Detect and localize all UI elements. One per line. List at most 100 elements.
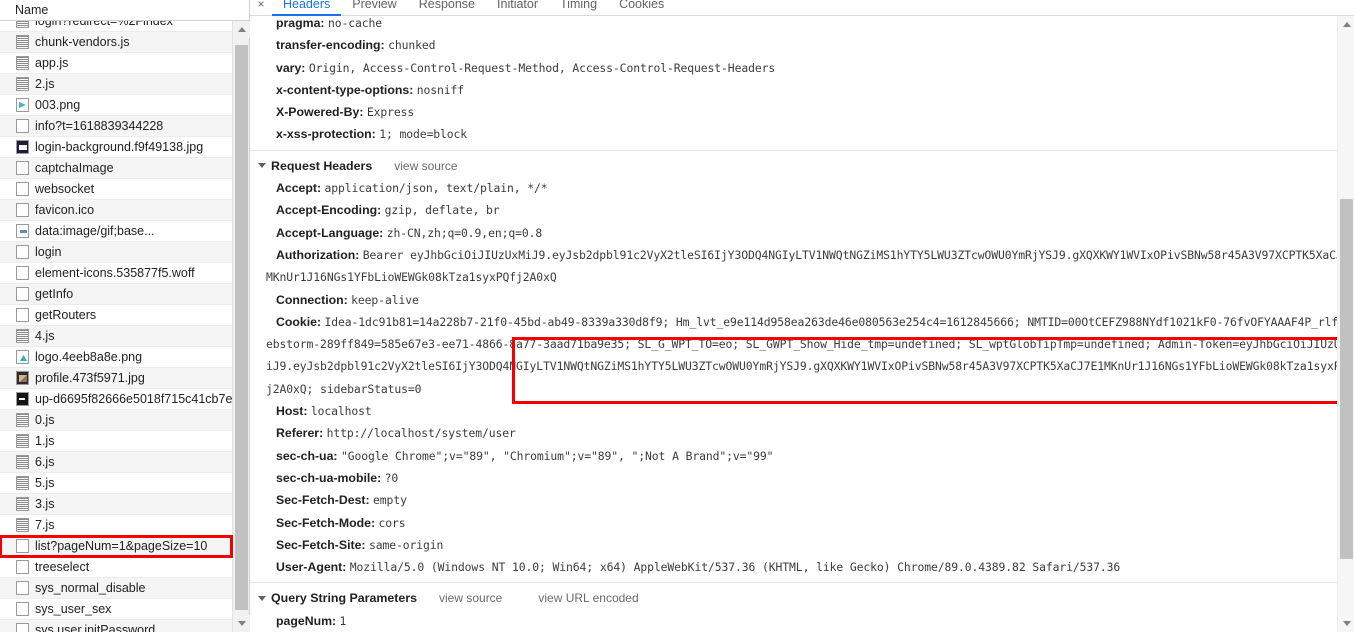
request-list-item-label: 2.js (35, 76, 55, 91)
header-value: gzip, deflate, br (384, 203, 500, 218)
request-list-item[interactable]: app.js (0, 53, 232, 74)
header-key: x-xss-protection: (276, 127, 376, 142)
image-icon (16, 371, 29, 385)
script-icon (16, 434, 29, 448)
request-list-item-label: captchaImage (35, 160, 114, 175)
request-list-item[interactable]: getInfo (0, 284, 232, 305)
xhr-icon (16, 581, 29, 595)
request-list-item[interactable]: 3.js (0, 494, 232, 515)
request-headers-section-header[interactable]: Request Headers view source (250, 155, 1337, 177)
request-list-item[interactable]: list?pageNum=1&pageSize=10 (0, 535, 233, 558)
request-list-item[interactable]: sys_normal_disable (0, 578, 232, 599)
request-list-item-label: login-background.f9f49138.jpg (35, 139, 204, 154)
image-icon (16, 140, 29, 154)
section-divider-2 (250, 582, 1337, 584)
header-row: Sec-Fetch-Mode: cors (250, 512, 1337, 534)
request-list-item[interactable]: 6.js (0, 452, 232, 473)
request-list-item[interactable]: 003.png (0, 95, 232, 116)
query-string-title: Query String Parameters (271, 591, 417, 606)
tab-headers[interactable]: Headers (272, 0, 342, 16)
request-list-item[interactable]: up-d6695f82666e5018f715c41cb7ee (0, 389, 232, 410)
close-icon[interactable]: × (250, 0, 272, 10)
request-list-item-label: treeselect (35, 559, 90, 574)
tab-initiator[interactable]: Initiator (486, 0, 549, 16)
scroll-down-arrow-icon[interactable] (233, 615, 250, 632)
request-list-item[interactable]: profile.473f5971.jpg (0, 368, 232, 389)
request-list-item[interactable]: 2.js (0, 74, 232, 95)
request-list-item[interactable]: 4.js (0, 326, 232, 347)
tab-cookies[interactable]: Cookies (608, 0, 675, 16)
request-list-item[interactable]: sys_user_sex (0, 599, 232, 620)
tab-timing[interactable]: Timing (549, 0, 608, 16)
request-list-item[interactable]: login?redirect=%2Findex (0, 21, 232, 32)
response-headers-list: expires: 0pragma: no-cachetransfer-encod… (250, 16, 1337, 146)
script-icon (16, 329, 29, 343)
xhr-icon (16, 539, 29, 553)
xhr-icon (16, 602, 29, 616)
request-list-item-label: websocket (35, 181, 95, 196)
xhr-icon (16, 161, 29, 175)
xhr-icon (16, 266, 29, 280)
query-string-section-header[interactable]: Query String Parameters view source view… (250, 587, 1337, 609)
header-key: Accept-Language: (276, 225, 384, 240)
header-value: "Google Chrome";v="89", "Chromium";v="89… (340, 448, 774, 463)
request-list-item[interactable]: captchaImage (0, 158, 232, 179)
qs-view-url-encoded-link[interactable]: view URL encoded (538, 587, 638, 609)
headers-scroll-down-arrow-icon[interactable] (1338, 615, 1354, 632)
request-list-item-label: favicon.ico (35, 202, 95, 217)
scroll-up-arrow-icon[interactable] (233, 21, 250, 38)
header-row: vary: Origin, Access-Control-Request-Met… (250, 57, 1337, 79)
request-list-item[interactable]: treeselect (0, 557, 232, 578)
request-list-item[interactable]: login (0, 242, 232, 263)
header-key: Sec-Fetch-Site: (276, 537, 366, 552)
chevron-down-icon[interactable] (258, 596, 266, 602)
request-list-scrollbar[interactable] (232, 21, 250, 632)
request-list-item[interactable]: 1.js (0, 431, 232, 452)
headers-content[interactable]: expires: 0pragma: no-cachetransfer-encod… (250, 16, 1337, 632)
header-key: Connection: (276, 292, 348, 307)
request-list-item[interactable]: favicon.ico (0, 200, 232, 221)
request-list-item[interactable]: 0.js (0, 410, 232, 431)
header-value: chunked (388, 38, 436, 53)
header-key: User-Agent: (276, 560, 347, 575)
request-list-item[interactable]: sys.user.initPassword (0, 620, 232, 632)
headers-scrollbar[interactable] (1337, 16, 1354, 632)
devtools-network-panel: Name login?redirect=%2Findex chunk-vendor… (0, 0, 1354, 632)
scrollbar-thumb[interactable] (235, 45, 248, 610)
qs-view-source-link[interactable]: view source (439, 587, 502, 609)
tab-preview[interactable]: Preview (341, 0, 407, 16)
headers-scroll-up-arrow-icon[interactable] (1338, 16, 1354, 33)
header-value: ?0 (384, 470, 399, 485)
header-value: Bearer eyJhbGciOiJIUzUxMiJ9.eyJsb2dpbl91… (362, 247, 1337, 262)
view-source-link[interactable]: view source (394, 155, 457, 177)
xhr-icon (16, 203, 29, 217)
script-icon (16, 497, 29, 511)
header-value: empty (373, 493, 407, 508)
request-list-item[interactable]: getRouters (0, 305, 232, 326)
request-list-scroll-area[interactable]: login?redirect=%2Findex chunk-vendors.js a… (0, 21, 249, 632)
tab-response[interactable]: Response (408, 0, 486, 16)
header-value: Mozilla/5.0 (Windows NT 10.0; Win64; x64… (349, 560, 1121, 575)
request-list-item[interactable]: 5.js (0, 473, 232, 494)
request-list-item[interactable]: element-icons.535877f5.woff (0, 263, 232, 284)
request-list-item[interactable]: data:image/gif;base... (0, 221, 232, 242)
header-row: Host: localhost (250, 400, 1337, 422)
request-list-item[interactable]: websocket (0, 179, 232, 200)
query-string-list: pageNum: 1 (250, 610, 1337, 632)
request-list-item[interactable]: logo.4eeb8a8e.png (0, 347, 232, 368)
header-key: Accept-Encoding: (276, 203, 382, 218)
header-value-continuation: iJ9.eyJsb2dpbl91c2VyX2tleSI6IjY3ODQ4NGIy… (266, 359, 1337, 374)
request-list-item[interactable]: login-background.f9f49138.jpg (0, 137, 232, 158)
headers-scrollbar-thumb[interactable] (1340, 199, 1353, 559)
header-value: no-cache (327, 16, 382, 30)
xhr-icon (16, 119, 29, 133)
request-list-item[interactable]: 7.js (0, 515, 232, 536)
image-icon (16, 350, 29, 364)
header-value: Origin, Access-Control-Request-Method, A… (308, 60, 776, 75)
chevron-down-icon[interactable] (258, 163, 266, 169)
request-list-item[interactable]: chunk-vendors.js (0, 32, 232, 53)
request-list-item[interactable]: info?t=1618839344228 (0, 116, 232, 137)
request-list-item-label: login (35, 244, 62, 259)
header-key: Accept: (276, 181, 322, 196)
request-list-item-label: sys_normal_disable (35, 580, 146, 595)
